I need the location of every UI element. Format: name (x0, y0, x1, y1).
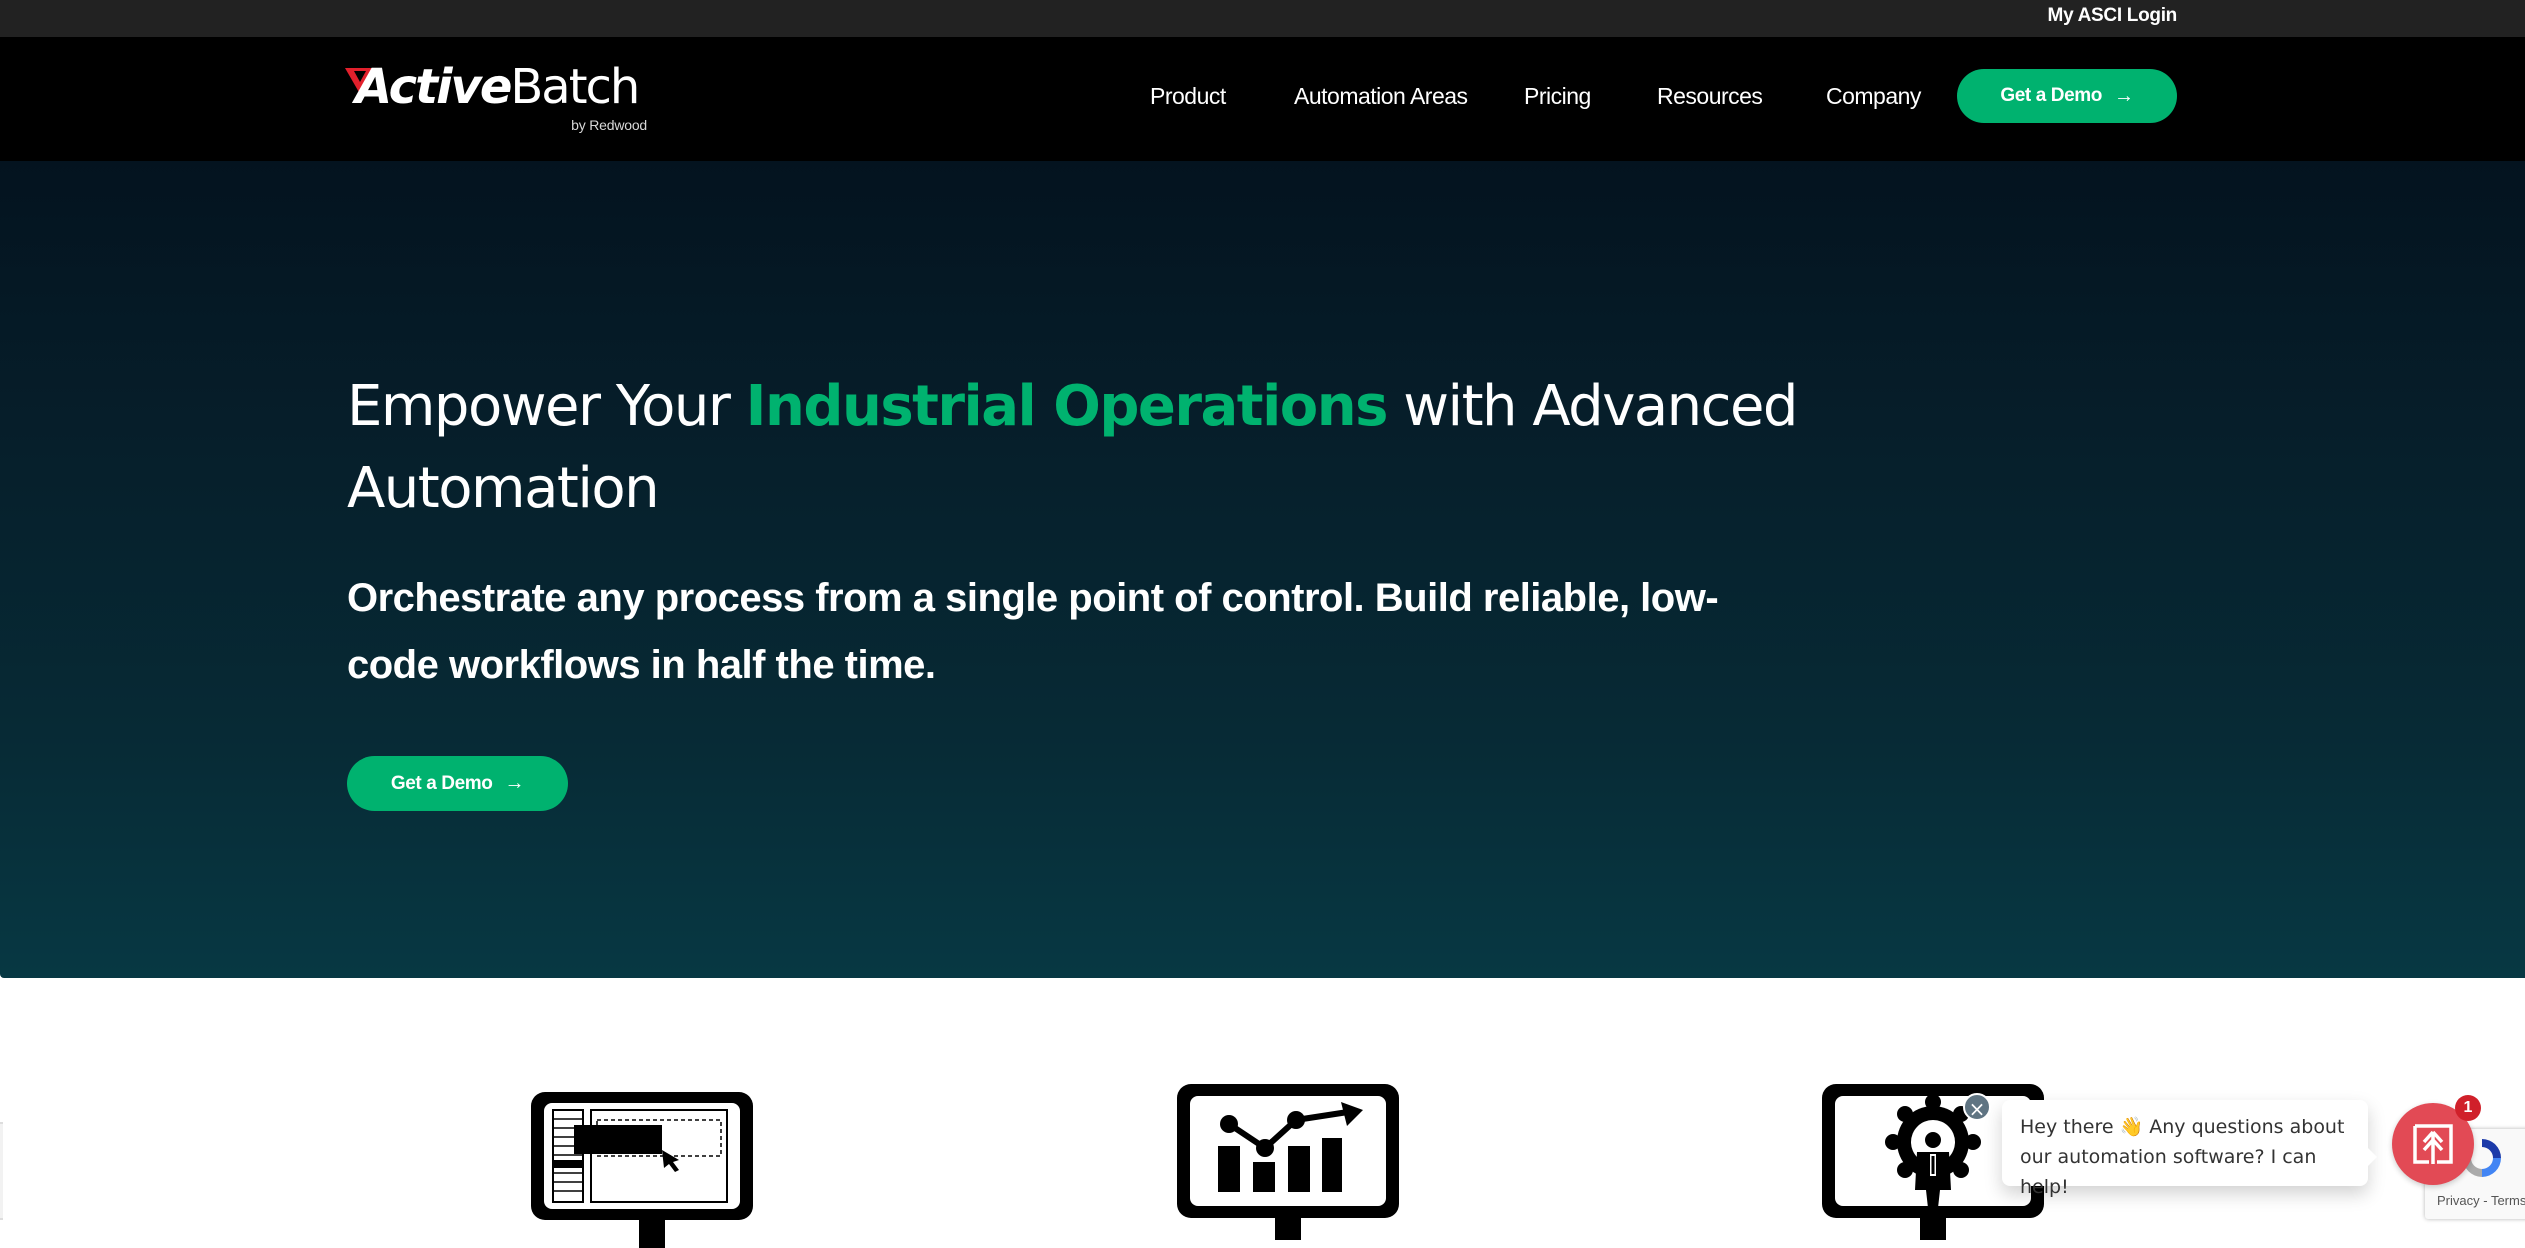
hero-subtitle: Orchestrate any process from a single po… (347, 576, 1719, 687)
side-tab[interactable] (0, 1122, 3, 1220)
hero-title-highlight: Industrial Operations (745, 374, 1389, 439)
arrow-right-icon: → (2113, 84, 2134, 107)
recaptcha-privacy-link[interactable]: Privacy (2437, 1193, 2480, 1208)
hero-section: Empower Your Industrial Operations with … (0, 161, 2525, 978)
top-utility-bar: My ASCI Login (0, 0, 2525, 37)
nav-get-demo-button[interactable]: Get a Demo → (1957, 69, 2177, 123)
recaptcha-terms-link[interactable]: Terms (2491, 1193, 2525, 1208)
hero-title: Empower Your Industrial Operations with … (347, 374, 1798, 521)
chat-notification-badge: 1 (2455, 1095, 2481, 1121)
arrow-right-icon: → (504, 772, 525, 794)
monitor-chart-growth-icon (1177, 1084, 1399, 1240)
monitor-drag-drop-icon (531, 1092, 753, 1248)
nav-item-pricing[interactable]: Pricing (1524, 83, 1591, 110)
nav-item-resources[interactable]: Resources (1657, 83, 1763, 110)
recaptcha-links: Privacy - Terms (2437, 1193, 2525, 1208)
main-navigation: ActiveBatch by Redwood Product Automatio… (0, 37, 2525, 161)
hero-get-demo-button[interactable]: Get a Demo → (347, 756, 568, 811)
chat-greeting-bubble[interactable]: Hey there 👋 Any questions about our auto… (2002, 1100, 2377, 1198)
nav-item-product[interactable]: Product (1150, 83, 1226, 110)
nav-item-company[interactable]: Company (1826, 83, 1921, 110)
chat-close-button[interactable]: × (1963, 1093, 1991, 1121)
my-asci-login-link[interactable]: My ASCI Login (2048, 5, 2178, 27)
nav-item-automation-areas[interactable]: Automation Areas (1294, 83, 1468, 110)
redwood-tree-icon (2413, 1124, 2453, 1164)
